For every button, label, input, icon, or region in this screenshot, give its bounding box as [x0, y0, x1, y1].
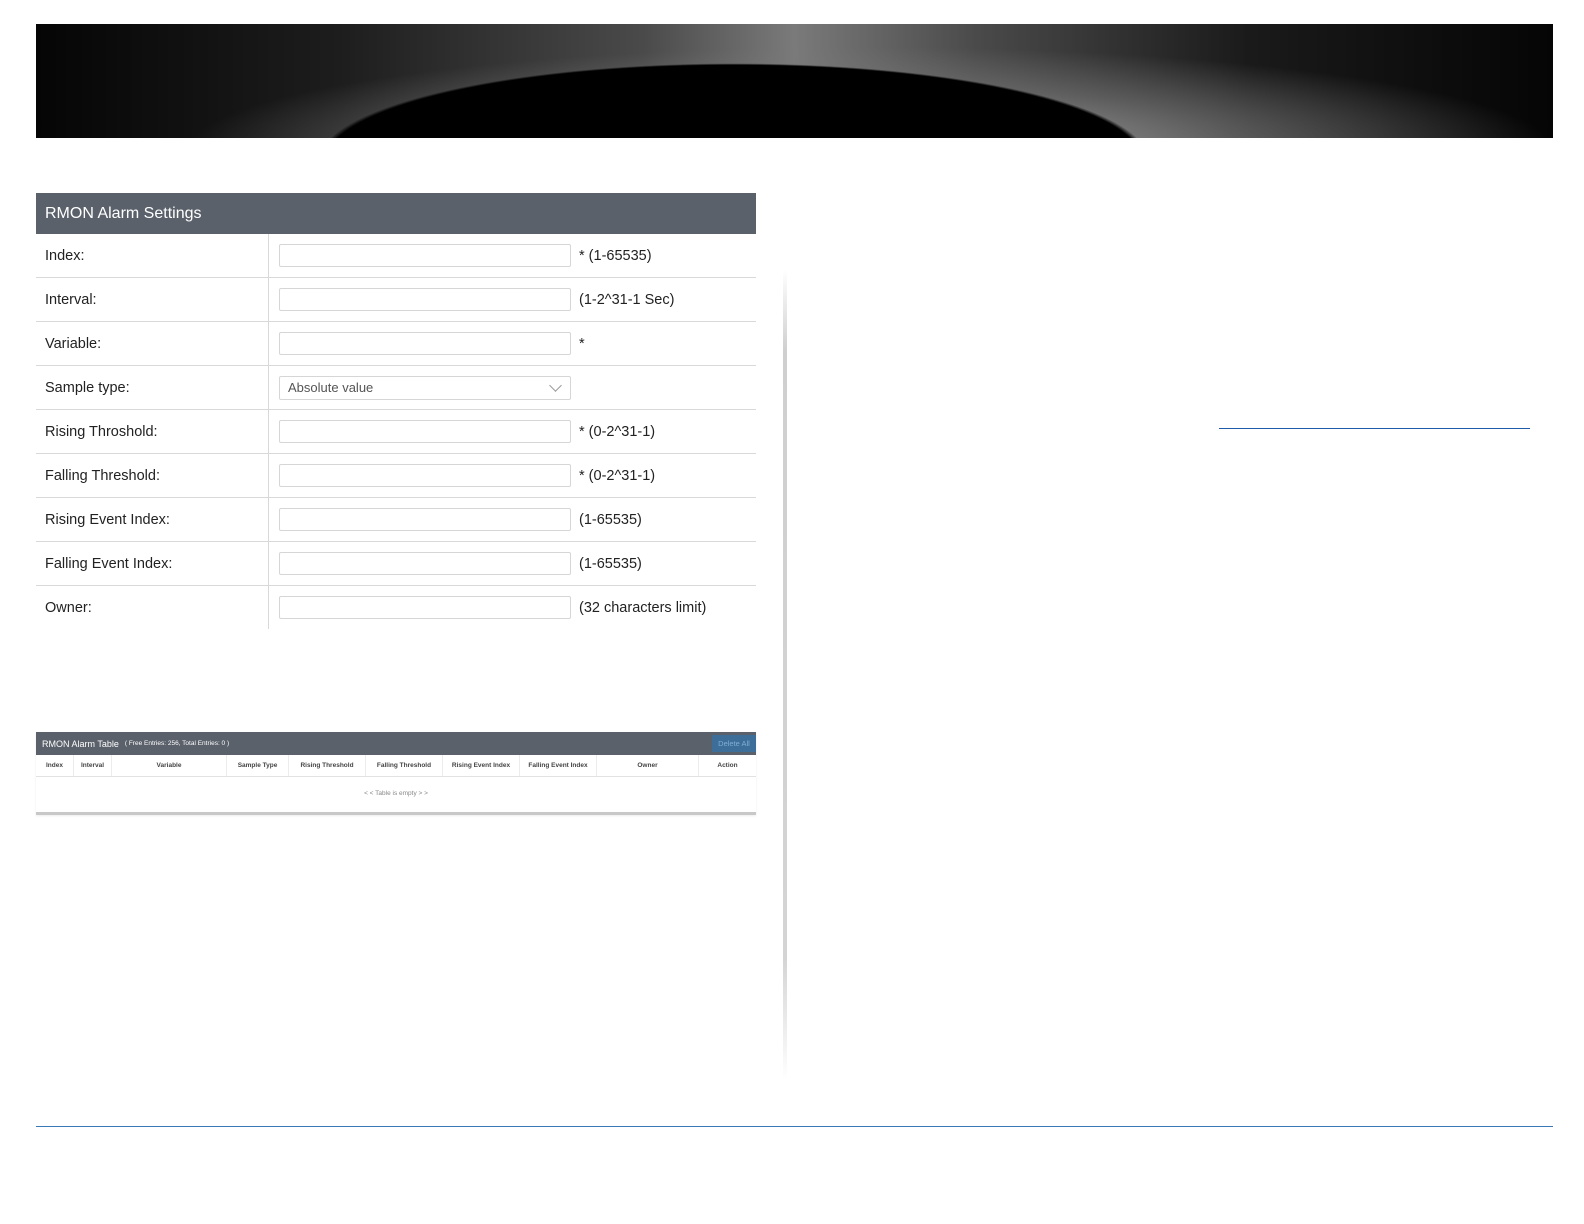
interval-label: Interval:	[36, 278, 269, 321]
column-header-sample-type[interactable]: Sample Type	[227, 755, 289, 776]
falling-threshold-label: Falling Threshold:	[36, 454, 269, 497]
column-header-falling-event-index[interactable]: Falling Event Index	[520, 755, 597, 776]
form-row-variable: Variable: *	[36, 322, 756, 366]
column-header-index[interactable]: Index	[36, 755, 74, 776]
form-row-falling-event-index: Falling Event Index: (1-65535)	[36, 542, 756, 586]
alarm-table-columns: Index Interval Variable Sample Type Risi…	[36, 755, 756, 777]
settings-title: RMON Alarm Settings	[36, 193, 756, 234]
variable-input[interactable]	[279, 332, 571, 355]
owner-input[interactable]	[279, 596, 571, 619]
delete-all-button[interactable]: Delete All	[712, 735, 756, 752]
form-row-sample-type: Sample type: Absolute value	[36, 366, 756, 410]
table-empty-message: < < Table is empty > >	[364, 789, 428, 797]
falling-event-index-input[interactable]	[279, 552, 571, 575]
sample-type-label: Sample type:	[36, 366, 269, 409]
interval-hint: (1-2^31-1 Sec)	[579, 291, 675, 308]
column-header-interval[interactable]: Interval	[74, 755, 112, 776]
column-header-variable[interactable]: Variable	[112, 755, 227, 776]
form-row-falling-threshold: Falling Threshold: * (0-2^31-1)	[36, 454, 756, 498]
column-divider	[783, 270, 787, 1080]
column-header-rising-event-index[interactable]: Rising Event Index	[443, 755, 520, 776]
column-header-rising-threshold[interactable]: Rising Threshold	[289, 755, 366, 776]
header-banner	[36, 24, 1553, 138]
sample-type-select[interactable]: Absolute value	[279, 375, 571, 400]
column-header-falling-threshold[interactable]: Falling Threshold	[366, 755, 443, 776]
variable-label: Variable:	[36, 322, 269, 365]
index-label: Index:	[36, 234, 269, 277]
rising-event-index-input[interactable]	[279, 508, 571, 531]
owner-label: Owner:	[36, 586, 269, 629]
footer-rule	[36, 1126, 1553, 1127]
column-header-action[interactable]: Action	[699, 755, 756, 776]
rising-event-index-label: Rising Event Index:	[36, 498, 269, 541]
alarm-table-entries: ( Free Entries: 256, Total Entries: 0 )	[124, 740, 230, 747]
form-row-interval: Interval: (1-2^31-1 Sec)	[36, 278, 756, 322]
rising-event-index-hint: (1-65535)	[579, 511, 642, 528]
index-hint: * (1-65535)	[579, 247, 652, 264]
rising-threshold-label: Rising Throshold:	[36, 410, 269, 453]
form-row-rising-threshold: Rising Throshold: * (0-2^31-1)	[36, 410, 756, 454]
rmon-alarm-table: RMON Alarm Table ( Free Entries: 256, To…	[36, 732, 756, 815]
sample-type-value: Absolute value	[288, 380, 374, 395]
falling-event-index-hint: (1-65535)	[579, 555, 642, 572]
owner-hint: (32 characters limit)	[579, 599, 707, 616]
chevron-down-icon	[549, 378, 562, 392]
form-row-owner: Owner: (32 characters limit)	[36, 586, 756, 629]
hyperlink-underline[interactable]	[1219, 428, 1530, 429]
falling-threshold-hint: * (0-2^31-1)	[579, 467, 656, 484]
alarm-table-title: RMON Alarm Table	[42, 738, 119, 749]
interval-input[interactable]	[279, 288, 571, 311]
falling-event-index-label: Falling Event Index:	[36, 542, 269, 585]
alarm-table-header: RMON Alarm Table ( Free Entries: 256, To…	[36, 732, 756, 755]
variable-hint: *	[579, 335, 585, 352]
rmon-alarm-settings-panel: RMON Alarm Settings Index: * (1-65535) I…	[36, 193, 756, 629]
index-input[interactable]	[279, 244, 571, 267]
falling-threshold-input[interactable]	[279, 464, 571, 487]
form-row-rising-event-index: Rising Event Index: (1-65535)	[36, 498, 756, 542]
column-header-owner[interactable]: Owner	[597, 755, 699, 776]
form-row-index: Index: * (1-65535)	[36, 234, 756, 278]
rising-threshold-input[interactable]	[279, 420, 571, 443]
rising-threshold-hint: * (0-2^31-1)	[579, 423, 656, 440]
